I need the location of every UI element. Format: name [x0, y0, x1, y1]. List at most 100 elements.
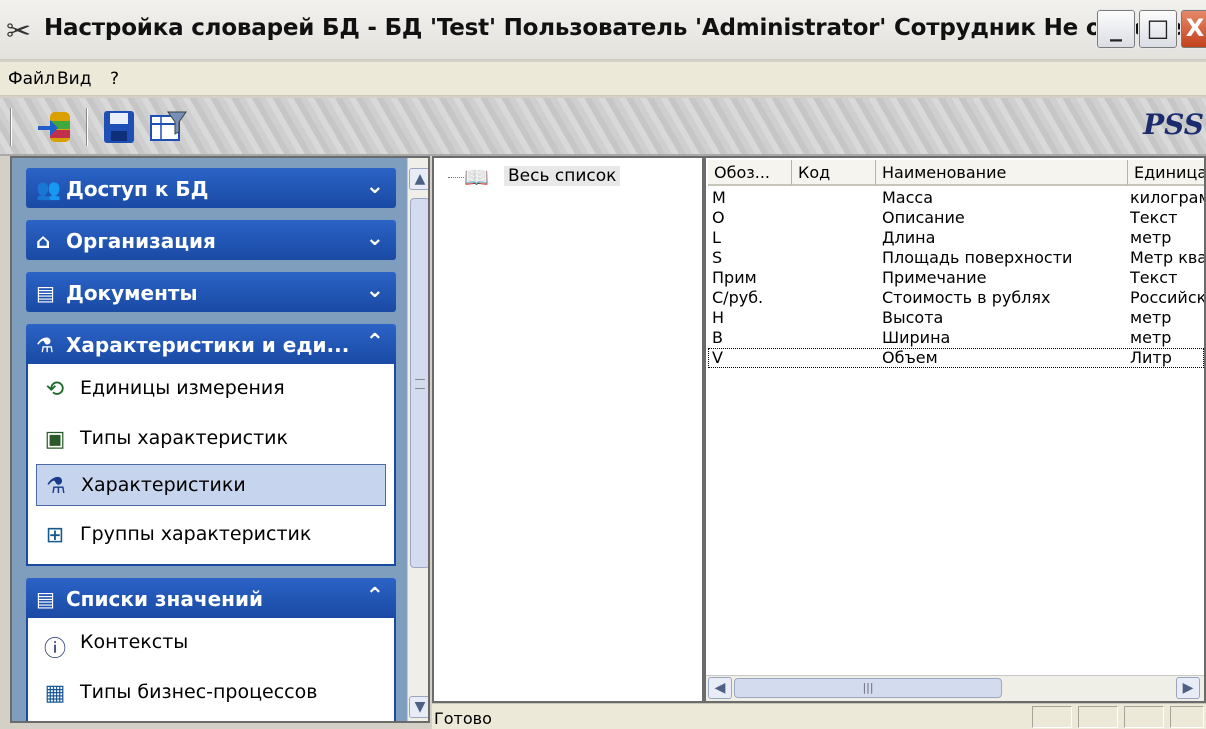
cell-unit[interactable]: Метр квадратный — [1130, 248, 1204, 268]
info-icon: ⓘ — [43, 637, 66, 662]
cell-unit[interactable]: метр — [1130, 228, 1204, 248]
house-icon: ⌂ — [36, 229, 51, 253]
row-focus-outline — [708, 348, 1204, 368]
characteristics-icon: ⚗ — [46, 474, 66, 499]
database-connect-icon[interactable] — [36, 108, 76, 146]
nav-group-db-access[interactable]: 👥 Доступ к БД ⌄ — [26, 168, 396, 208]
cell-designation[interactable]: M — [712, 188, 726, 208]
cell-designation[interactable]: Прим — [712, 268, 757, 288]
column-header-code[interactable]: Код — [792, 160, 876, 186]
column-header-unit[interactable]: Единица — [1128, 160, 1204, 186]
nav-group-label: Характеристики и еди... — [66, 333, 350, 357]
nav-group-organization[interactable]: ⌂ Организация ⌄ — [26, 220, 396, 260]
cell-name[interactable]: Ширина — [882, 328, 950, 348]
nav-item-characteristic-types[interactable]: ▣ Типы характеристик — [36, 418, 386, 460]
cell-name[interactable]: Высота — [882, 308, 943, 328]
status-panel — [1124, 706, 1164, 728]
group-icon: ⊞ — [45, 523, 65, 548]
scroll-left-icon[interactable]: ◀ — [708, 677, 732, 699]
card-icon: ▣ — [44, 427, 66, 452]
column-header-name[interactable]: Наименование — [876, 160, 1128, 186]
nav-item-characteristic-groups[interactable]: ⊞ Группы характеристик — [36, 514, 386, 556]
cell-name[interactable]: Масса — [882, 188, 933, 208]
toolbar: PSS — [0, 98, 1206, 156]
tools-icon: ✂ — [6, 14, 32, 49]
scroll-down-icon[interactable]: ▼ — [409, 696, 428, 718]
scroll-thumb[interactable] — [410, 198, 428, 568]
nav-group-label: Документы — [66, 281, 198, 305]
cell-name[interactable]: Площадь поверхности — [882, 248, 1072, 268]
cell-designation[interactable]: B — [712, 328, 723, 348]
documents-icon: ▤ — [36, 281, 55, 305]
nav-item-label: Типы бизнес-процессов — [80, 681, 318, 703]
cell-designation[interactable]: L — [712, 228, 721, 248]
status-bar: Готово — [432, 703, 1206, 729]
close-button[interactable]: X — [1180, 9, 1206, 49]
cell-designation[interactable]: S — [712, 248, 722, 268]
nav-group-value-lists[interactable]: ▤ Списки значений ⌃ — [26, 578, 396, 618]
nav-item-characteristics[interactable]: ⚗ Характеристики — [36, 464, 386, 506]
minimize-icon: _ — [1110, 14, 1122, 42]
nav-item-business-process-types[interactable]: ▦ Типы бизнес-процессов — [36, 672, 386, 714]
scroll-thumb[interactable]: ||| — [734, 678, 1002, 698]
status-panel — [1078, 706, 1118, 728]
lists-icon: ▤ — [36, 587, 55, 611]
nav-scrollbar[interactable]: ▲ ▼ — [407, 158, 428, 721]
nav-group-label: Списки значений — [66, 587, 263, 611]
cell-unit[interactable]: килограмм — [1130, 188, 1204, 208]
characteristics-icon: ⚗ — [36, 333, 54, 357]
maximize-button[interactable]: □ — [1138, 9, 1178, 49]
nav-item-label: Группы характеристик — [80, 523, 312, 545]
cell-designation[interactable]: H — [712, 308, 724, 328]
save-icon[interactable] — [100, 108, 140, 146]
nav-group-body: ⟲ Единицы измерения ▣ Типы характеристик… — [26, 364, 396, 566]
cell-designation[interactable]: C/руб. — [712, 288, 763, 308]
navigation-panel: 👥 Доступ к БД ⌄ ⌂ Организация ⌄ ▤ Докуме… — [10, 156, 430, 723]
book-icon: 📖 — [464, 165, 489, 189]
filter-table-icon[interactable] — [148, 108, 188, 146]
scroll-right-icon[interactable]: ▶ — [1176, 677, 1200, 699]
menu-help[interactable]: ? — [110, 69, 119, 89]
cell-name[interactable]: Описание — [882, 208, 965, 228]
column-header-designation[interactable]: Обоз... — [708, 160, 792, 186]
process-icon: ▦ — [44, 681, 66, 706]
nav-item-label: Типы характеристик — [80, 427, 288, 449]
menu-file[interactable]: Файл — [8, 69, 55, 89]
grid-horizontal-scrollbar[interactable]: ◀ ||| ▶ — [706, 675, 1204, 701]
cell-unit[interactable]: Текст — [1130, 208, 1204, 228]
nav-item-label: Контексты — [80, 631, 189, 653]
close-icon: X — [1185, 14, 1205, 42]
nav-group-characteristics[interactable]: ⚗ Характеристики и еди... ⌃ — [26, 324, 396, 364]
grip-icon — [415, 379, 425, 389]
chevron-down-icon: ⌄ — [365, 226, 384, 251]
cell-designation[interactable]: O — [712, 208, 725, 228]
ruler-icon: ⟲ — [45, 377, 65, 402]
nav-item-units[interactable]: ⟲ Единицы измерения — [36, 368, 386, 410]
cell-unit[interactable]: Текст — [1130, 268, 1204, 288]
chevron-up-icon: ⌃ — [365, 330, 384, 355]
tree-connector — [448, 177, 464, 178]
chevron-up-icon: ⌃ — [365, 584, 384, 609]
scroll-up-icon[interactable]: ▲ — [409, 168, 428, 190]
cell-name[interactable]: Стоимость в рублях — [882, 288, 1051, 308]
status-text: Готово — [434, 709, 492, 728]
nav-group-label: Организация — [66, 229, 216, 253]
nav-item-contexts[interactable]: ⓘ Контексты — [36, 622, 386, 664]
cell-name[interactable]: Длина — [882, 228, 935, 248]
nav-group-body: ⓘ Контексты ▦ Типы бизнес-процессов — [26, 618, 396, 721]
size-grip-icon[interactable] — [1170, 706, 1204, 728]
chevron-down-icon: ⌄ — [365, 174, 384, 199]
cell-unit[interactable]: Российский рубль — [1130, 288, 1204, 308]
cell-name[interactable]: Примечание — [882, 268, 986, 288]
nav-item-label: Характеристики — [81, 474, 246, 496]
nav-group-label: Доступ к БД — [66, 177, 209, 201]
tree-node-label: Весь список — [504, 166, 621, 186]
maximize-icon: □ — [1146, 14, 1170, 42]
menu-bar: Файл Вид ? — [0, 62, 1206, 96]
nav-group-documents[interactable]: ▤ Документы ⌄ — [26, 272, 396, 312]
users-key-icon: 👥 — [36, 177, 61, 201]
menu-view[interactable]: Вид — [57, 69, 91, 89]
cell-unit[interactable]: метр — [1130, 328, 1204, 348]
cell-unit[interactable]: метр — [1130, 308, 1204, 328]
minimize-button[interactable]: _ — [1096, 9, 1136, 49]
